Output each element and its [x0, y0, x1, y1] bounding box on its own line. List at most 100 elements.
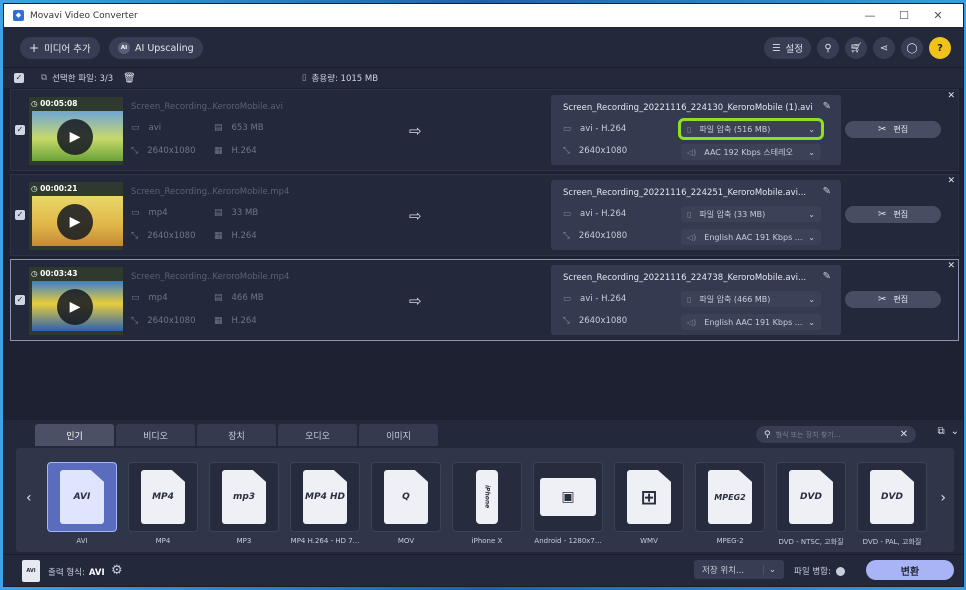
collapse-panel-icon[interactable]: ⧉: [937, 426, 944, 437]
rename-pencil-icon[interactable]: ✎: [823, 271, 831, 282]
clock-icon: ◷: [31, 99, 41, 108]
container-icon: ▭: [563, 294, 572, 304]
tab-devices[interactable]: 장치: [197, 424, 276, 446]
disk-icon: ▤: [214, 293, 223, 303]
gear-icon[interactable]: ⚙: [111, 563, 123, 578]
remove-file-icon[interactable]: ✕: [947, 176, 955, 186]
tab-audio[interactable]: 오디오: [278, 424, 357, 446]
play-button[interactable]: ▶: [57, 119, 93, 155]
chevron-down-icon[interactable]: ⌄: [951, 426, 959, 437]
share-icon[interactable]: ⋖: [873, 37, 895, 59]
container-icon: ▭: [131, 208, 140, 218]
ai-upscaling-button[interactable]: AI AI Upscaling: [109, 37, 203, 59]
tab-popular[interactable]: 인기: [35, 424, 114, 446]
file-checkbox[interactable]: ✓: [15, 125, 25, 135]
compression-dropdown[interactable]: ▯ 파일 압축 (33 MB) ⌄: [681, 206, 821, 222]
output-card: Screen_Recording_20221116_224251_KeroroM…: [551, 180, 841, 250]
format-mpeg2[interactable]: MPEG2 MPEG-2: [695, 462, 765, 548]
merge-toggle[interactable]: [835, 566, 845, 576]
quicktime-icon: Q: [384, 470, 428, 524]
source-codec: H.264: [231, 231, 257, 241]
format-dvd-pal[interactable]: DVD DVD - PAL, 고화질: [857, 462, 927, 548]
clock-icon: ◷: [31, 269, 41, 278]
maximize-button[interactable]: ☐: [887, 4, 921, 27]
format-iphone[interactable]: iPhone iPhone X: [452, 462, 522, 548]
search-icon[interactable]: ⚲: [817, 37, 839, 59]
remove-file-icon[interactable]: ✕: [947, 261, 955, 271]
remove-file-icon[interactable]: ✕: [947, 91, 955, 101]
chevron-down-icon: ⌄: [808, 317, 815, 327]
video-thumbnail: ◷ 00:00:21 ▶: [29, 182, 123, 250]
edit-button[interactable]: ✂ 편집: [845, 291, 941, 308]
selection-bar: ✓ ⧉ 선택한 파일: 3/3 🗑︎ ▯ 총용량: 1015 MB: [4, 68, 963, 88]
play-button[interactable]: ▶: [57, 289, 93, 325]
save-location-dropdown[interactable]: 저장 위치... ⌄: [694, 560, 784, 579]
edit-button[interactable]: ✂ 편집: [845, 206, 941, 223]
compression-dropdown[interactable]: ▯ 파일 압축 (516 MB) ⌄: [678, 118, 824, 140]
rename-pencil-icon[interactable]: ✎: [823, 101, 831, 112]
tab-images[interactable]: 이미지: [359, 424, 438, 446]
source-file-name: Screen_Recording..KeroroMobile.avi: [131, 102, 283, 112]
file-checkbox[interactable]: ✓: [15, 210, 25, 220]
compression-dropdown[interactable]: ▯ 파일 압축 (466 MB) ⌄: [681, 291, 821, 307]
file-icon: ▯: [687, 209, 692, 219]
format-wmv[interactable]: ⊞ WMV: [614, 462, 684, 548]
disk-icon: ▤: [214, 123, 223, 133]
format-mp4-hd[interactable]: MP4 HD MP4 H.264 - HD 7...: [290, 462, 360, 548]
duration: 00:00:21: [40, 184, 78, 193]
source-file-name: Screen_Recording..KeroroMobile.mp4: [131, 272, 290, 282]
tab-video[interactable]: 비디오: [116, 424, 195, 446]
rename-pencil-icon[interactable]: ✎: [823, 186, 831, 197]
clear-search-icon[interactable]: ✕: [900, 429, 908, 440]
audio-dropdown[interactable]: ◁) English AAC 191 Kbps ... ⌄: [681, 229, 821, 245]
chevron-down-icon: ⌄: [808, 147, 815, 157]
settings-button[interactable]: ☰ 설정: [763, 37, 811, 59]
chevron-down-icon: ⌄: [762, 564, 776, 575]
film-icon: ▦: [214, 231, 223, 241]
play-button[interactable]: ▶: [57, 204, 93, 240]
cart-icon[interactable]: 🛒︎: [845, 37, 867, 59]
format-avi[interactable]: AVI AVI: [47, 462, 117, 548]
chevron-left-icon[interactable]: ‹: [26, 490, 32, 506]
chevron-down-icon: ⌄: [808, 294, 815, 304]
format-dvd-ntsc[interactable]: DVD DVD - NTSC, 고화질: [776, 462, 846, 548]
help-icon[interactable]: ?: [929, 37, 951, 59]
format-search-input[interactable]: ⚲ 형식 또는 장치 찾기... ✕: [756, 426, 916, 443]
film-icon: ▦: [214, 316, 223, 326]
format-mp4[interactable]: MP4 MP4: [128, 462, 198, 548]
format-mp3[interactable]: mp3 MP3: [209, 462, 279, 548]
resize-icon: ⤡: [563, 231, 570, 241]
format-gallery: ‹ › AVI AVI MP4 MP4 mp3 MP3 MP4 HD MP4 H…: [16, 448, 954, 552]
compression-value: 파일 압축 (516 MB): [699, 124, 771, 134]
selected-files-label: 선택한 파일: 3/3: [52, 74, 114, 84]
output-file-name: Screen_Recording_20221116_224251_KeroroM…: [563, 188, 807, 198]
trash-icon[interactable]: 🗑︎: [123, 73, 136, 84]
convert-button[interactable]: 변환: [866, 560, 954, 580]
search-icon: ⚲: [764, 429, 771, 440]
select-all-checkbox[interactable]: ✓: [14, 73, 24, 83]
format-label: DVD - NTSC, 고화질: [778, 538, 844, 546]
format-android[interactable]: ▣ Android - 1280x7...: [533, 462, 603, 548]
minimize-button[interactable]: —: [853, 4, 887, 27]
account-icon[interactable]: ◯: [901, 37, 923, 59]
close-button[interactable]: ✕: [921, 4, 955, 27]
container-icon: ▭: [563, 124, 572, 134]
output-resolution: 2640x1080: [578, 231, 628, 241]
output-format-value: AVI: [88, 568, 105, 578]
audio-value: English AAC 191 Kbps ...: [704, 317, 803, 327]
video-thumbnail: ◷ 00:05:08 ▶: [29, 97, 123, 165]
audio-dropdown[interactable]: ◁) AAC 192 Kbps 스테레오 ⌄: [681, 144, 821, 160]
add-media-button[interactable]: + 미디어 추가: [20, 37, 100, 59]
source-size: 466 MB: [231, 293, 264, 303]
format-label: DVD - PAL, 고화질: [862, 538, 922, 546]
format-mov[interactable]: Q MOV: [371, 462, 441, 548]
format-label: MP4 H.264 - HD 7...: [290, 537, 360, 545]
chevron-right-icon[interactable]: ›: [940, 490, 946, 506]
output-resolution: 2640x1080: [578, 316, 628, 326]
scissors-icon: ✂: [877, 124, 887, 135]
file-checkbox[interactable]: ✓: [15, 295, 25, 305]
output-file-name: Screen_Recording_20221116_224738_KeroroM…: [563, 273, 807, 283]
format-label: MP4: [155, 537, 171, 545]
audio-dropdown[interactable]: ◁) English AAC 191 Kbps ... ⌄: [681, 314, 821, 330]
edit-button[interactable]: ✂ 편집: [845, 121, 941, 138]
